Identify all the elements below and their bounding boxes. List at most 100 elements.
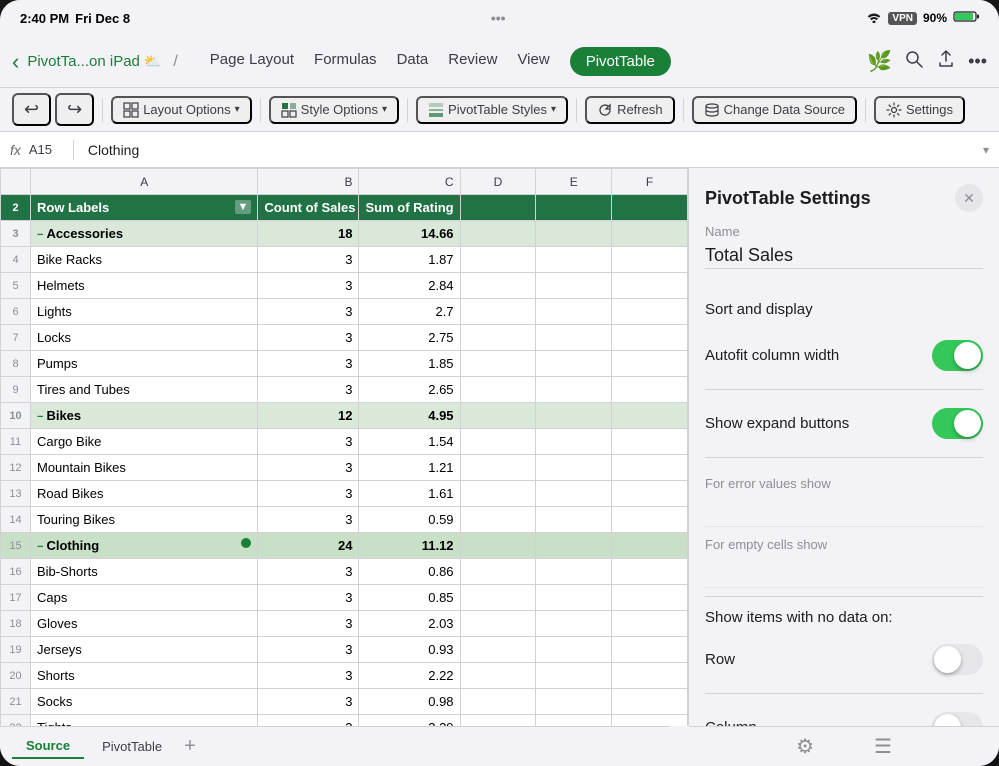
col-f-header[interactable]: F (612, 169, 688, 195)
table-row[interactable]: 18 Gloves 3 2.03 (1, 611, 688, 637)
cell-16-c: 0.86 (359, 559, 460, 585)
table-row[interactable]: 19 Jerseys 3 0.93 (1, 637, 688, 663)
cell-15-d (460, 533, 536, 559)
battery-display: 90% (923, 11, 947, 25)
cell-5-e (536, 273, 612, 299)
cell-10-c: 4.95 (359, 403, 460, 429)
pivottable-tab-label: PivotTable (102, 739, 162, 754)
empty-cells-input[interactable] (705, 556, 983, 577)
formula-input[interactable] (88, 142, 975, 158)
expand-buttons-toggle[interactable] (932, 408, 983, 439)
cell-21-d (460, 689, 536, 715)
pivot-chevron: ▾ (551, 104, 556, 115)
undo-button[interactable]: ↩ (12, 93, 51, 126)
error-values-input[interactable] (705, 495, 983, 516)
sheet-tab-source[interactable]: Source (12, 734, 84, 759)
divider-4 (705, 596, 983, 597)
table-row[interactable]: 6 Lights 3 2.7 (1, 299, 688, 325)
table-row[interactable]: 3 −Accessories 18 14.66 (1, 221, 688, 247)
cell-4-c: 1.87 (359, 247, 460, 273)
table-row[interactable]: 20 Shorts 3 2.22 (1, 663, 688, 689)
cell-20-b: 3 (258, 663, 359, 689)
pivot-styles-button[interactable]: PivotTable Styles ▾ (416, 96, 568, 124)
table-row[interactable]: 12 Mountain Bikes 3 1.21 (1, 455, 688, 481)
row-num-19: 19 (1, 637, 31, 663)
add-sheet-button[interactable]: + (184, 735, 196, 758)
pivot-header-row: 2 Row Labels ▼ Count of Sales Sum of Rat… (1, 195, 688, 221)
row-num-11: 11 (1, 429, 31, 455)
change-data-source-button[interactable]: Change Data Source (692, 96, 857, 124)
sheet-tab-pivottable[interactable]: PivotTable (88, 735, 176, 758)
column-toggle[interactable] (932, 712, 983, 726)
col-b-header[interactable]: B (258, 169, 359, 195)
leaf-icon[interactable]: 🌿 (867, 49, 892, 74)
col-e-header[interactable]: E (536, 169, 612, 195)
tab-pivottable[interactable]: PivotTable (570, 47, 671, 76)
spreadsheet[interactable]: A B C D E F 2 Row Labels ▼ (0, 168, 689, 726)
more-icon[interactable]: ••• (968, 51, 987, 72)
table-row[interactable]: 22 Tights 3 2.29 (1, 715, 688, 727)
table-row[interactable]: 7 Locks 3 2.75 (1, 325, 688, 351)
table-row[interactable]: 16 Bib-Shorts 3 0.86 (1, 559, 688, 585)
table-row[interactable]: 8 Pumps 3 1.85 (1, 351, 688, 377)
file-title: PivotTa...on iPad (27, 53, 140, 70)
table-row[interactable]: 10 −Bikes 12 4.95 (1, 403, 688, 429)
name-input[interactable] (705, 243, 983, 269)
table-row-selected[interactable]: 15 −Clothing 24 11.12 (1, 533, 688, 559)
list-bottom-icon[interactable]: ☰ (874, 734, 892, 759)
table-row[interactable]: 14 Touring Bikes 3 0.59 (1, 507, 688, 533)
cell-19-d (460, 637, 536, 663)
autofit-toggle[interactable] (932, 340, 983, 371)
refresh-icon (597, 102, 613, 118)
cell-8-b: 3 (258, 351, 359, 377)
panel-close-button[interactable]: ✕ (955, 184, 983, 212)
style-options-button[interactable]: Style Options ▾ (269, 96, 399, 124)
cell-17-a: Caps (31, 585, 258, 611)
col-a-header[interactable]: A (31, 169, 258, 195)
cell-18-c: 2.03 (359, 611, 460, 637)
error-values-label: For error values show (705, 476, 983, 491)
cell-18-f (612, 611, 688, 637)
divider-5 (705, 693, 983, 694)
cell-19-c: 0.93 (359, 637, 460, 663)
cell-11-d (460, 429, 536, 455)
settings-icon (886, 102, 902, 118)
table-row[interactable]: 13 Road Bikes 3 1.61 (1, 481, 688, 507)
cell-12-c: 1.21 (359, 455, 460, 481)
table-row[interactable]: 5 Helmets 3 2.84 (1, 273, 688, 299)
table-row[interactable]: 11 Cargo Bike 3 1.54 (1, 429, 688, 455)
row-toggle[interactable] (932, 644, 983, 675)
refresh-button[interactable]: Refresh (585, 96, 675, 124)
panel-title: PivotTable Settings (705, 188, 871, 209)
table-row[interactable]: 9 Tires and Tubes 3 2.65 (1, 377, 688, 403)
search-icon[interactable] (904, 49, 924, 74)
row-num-2: 2 (1, 195, 31, 221)
settings-button[interactable]: Settings (874, 96, 965, 124)
settings-panel: PivotTable Settings ✕ Name Sort and disp… (689, 168, 999, 726)
toolbar-sep-6 (865, 98, 866, 122)
cell-22-c: 2.29 (359, 715, 460, 727)
col-c-header[interactable]: C (359, 169, 460, 195)
tab-data[interactable]: Data (397, 47, 429, 76)
tab-review[interactable]: Review (448, 47, 497, 76)
layout-options-button[interactable]: Layout Options ▾ (111, 96, 251, 124)
toolbar-sep-4 (576, 98, 577, 122)
table-row[interactable]: 21 Socks 3 0.98 (1, 689, 688, 715)
col-d-header[interactable]: D (460, 169, 536, 195)
tab-view[interactable]: View (517, 47, 549, 76)
table-row[interactable]: 17 Caps 3 0.85 (1, 585, 688, 611)
cell-14-b: 3 (258, 507, 359, 533)
cell-21-a: Socks (31, 689, 258, 715)
share-icon[interactable] (936, 49, 956, 74)
tab-formulas[interactable]: Formulas (314, 47, 377, 76)
table-row[interactable]: 4 Bike Racks 3 1.87 (1, 247, 688, 273)
tab-page-layout[interactable]: Page Layout (210, 47, 294, 76)
back-button[interactable]: ‹ (12, 49, 19, 75)
toolbar-sep-3 (407, 98, 408, 122)
cell-8-c: 1.85 (359, 351, 460, 377)
cell-11-e (536, 429, 612, 455)
cell-7-e (536, 325, 612, 351)
redo-button[interactable]: ↪ (55, 93, 94, 126)
gear-bottom-icon[interactable]: ⚙ (796, 734, 814, 759)
nav-actions: 🌿 ••• (867, 49, 987, 74)
